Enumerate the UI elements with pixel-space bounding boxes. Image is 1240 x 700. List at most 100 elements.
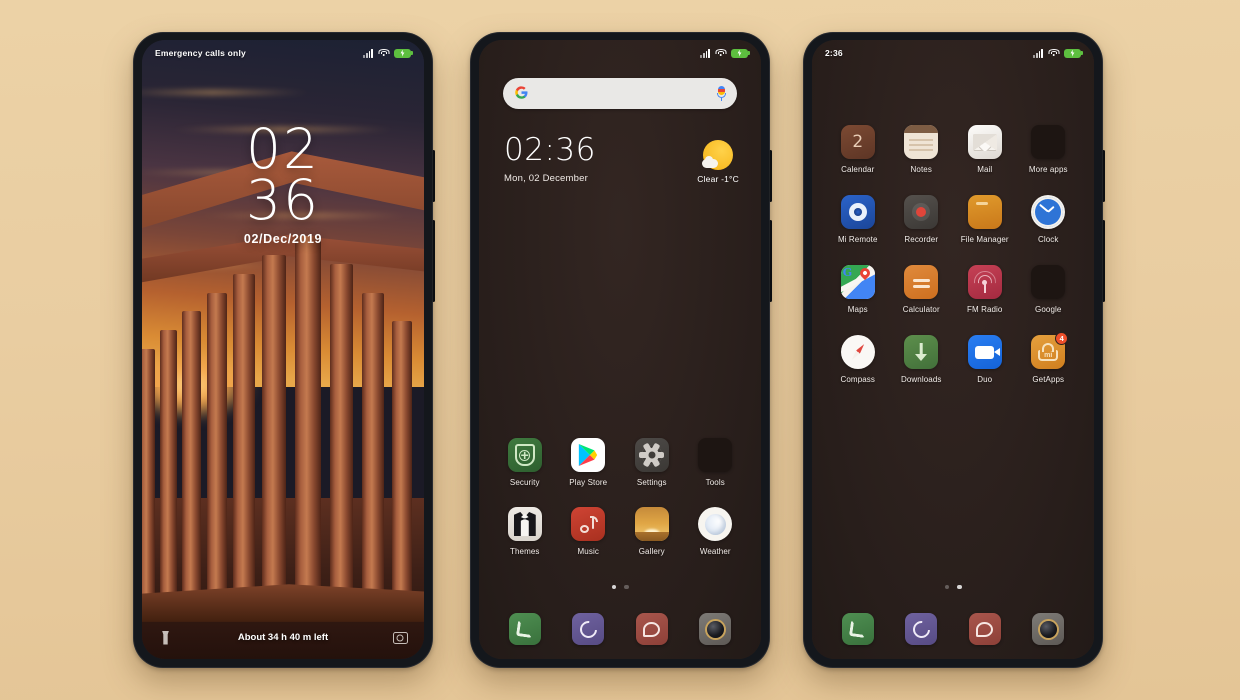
phone-icon [841, 613, 874, 645]
app-label: Clock [1037, 235, 1059, 244]
calendar-icon: 2 [840, 125, 875, 159]
themes-icon [507, 507, 542, 541]
dock-camera[interactable] [1017, 613, 1081, 645]
mail-icon [967, 125, 1002, 159]
page-dot-2[interactable] [957, 584, 962, 589]
app-label: Downloads [901, 375, 942, 384]
page-dot-1[interactable] [611, 584, 616, 589]
dock-messages[interactable] [953, 613, 1017, 645]
wifi-icon [378, 48, 389, 58]
clock-widget-time: 02:36 [504, 132, 596, 168]
mic-icon[interactable] [717, 86, 726, 101]
app-label: File Manager [960, 235, 1009, 244]
app-label: GetApps [1032, 375, 1065, 384]
phone-home-screen-2: 2:36 2 Calendar Notes Mail More apps Mi … [803, 32, 1105, 668]
signal-icon [700, 48, 710, 58]
app-label: Music [577, 547, 599, 556]
app-mi-remote[interactable]: Mi Remote [826, 195, 890, 244]
contacts-icon [572, 613, 605, 645]
status-icons [1033, 48, 1083, 58]
home-screen-1: 02:36 Mon, 02 December Clear -1°C Securi… [479, 40, 761, 659]
app-downloads[interactable]: Downloads [890, 335, 954, 384]
lockscreen-date: 02/Dec/2019 [243, 232, 323, 247]
status-bar [479, 40, 761, 66]
page-dot-2[interactable] [624, 584, 629, 589]
app-clock[interactable]: Clock [1017, 195, 1081, 244]
app-play-store[interactable]: Play Store [557, 438, 621, 487]
file-manager-icon [967, 195, 1002, 229]
signal-icon [1033, 48, 1043, 58]
app-music[interactable]: Music [557, 507, 621, 556]
maps-icon: G [840, 265, 875, 299]
app-label: Play Store [569, 478, 608, 487]
app-tools-folder[interactable]: Tools [684, 438, 748, 487]
app-calendar[interactable]: 2 Calendar [826, 125, 890, 174]
battery-remaining-label: About 34 h 40 m left [237, 632, 329, 643]
home-screen-2: 2:36 2 Calendar Notes Mail More apps Mi … [812, 40, 1094, 659]
lock-screen: Emergency calls only 02 36 02/Dec/2019 A… [142, 40, 424, 659]
dock-phone[interactable] [826, 613, 890, 645]
dock-contacts[interactable] [890, 613, 954, 645]
volume-button[interactable] [432, 220, 435, 302]
page-dot-1[interactable] [944, 584, 949, 589]
phone-lock-screen: Emergency calls only 02 36 02/Dec/2019 A… [133, 32, 435, 668]
duo-icon [967, 335, 1002, 369]
app-security[interactable]: Security [493, 438, 557, 487]
app-label: Mi Remote [837, 235, 878, 244]
app-google-folder[interactable]: Google [1017, 265, 1081, 314]
status-bar: 2:36 [812, 40, 1094, 66]
dock [493, 613, 747, 645]
google-logo-icon [514, 85, 529, 103]
app-more-apps-folder[interactable]: More apps [1017, 125, 1081, 174]
weather-widget[interactable]: Clear -1°C [697, 140, 739, 184]
battery-charging-icon [731, 48, 750, 58]
app-weather[interactable]: Weather [684, 507, 748, 556]
contacts-icon [905, 613, 938, 645]
messages-icon [968, 613, 1001, 645]
app-recorder[interactable]: Recorder [890, 195, 954, 244]
wifi-icon [715, 48, 726, 58]
app-gallery[interactable]: Gallery [620, 507, 684, 556]
app-label: More apps [1028, 165, 1068, 174]
app-fm-radio[interactable]: FM Radio [953, 265, 1017, 314]
app-duo[interactable]: Duo [953, 335, 1017, 384]
app-grid-page-2: 2 Calendar Notes Mail More apps Mi Remot… [826, 125, 1080, 384]
lockscreen-minutes: 36 [246, 167, 320, 232]
dock-phone[interactable] [493, 613, 557, 645]
phone-icon [508, 613, 541, 645]
app-maps[interactable]: G Maps [826, 265, 890, 314]
camera-icon[interactable] [391, 628, 410, 647]
status-icons [363, 48, 413, 58]
flashlight-icon[interactable] [156, 628, 175, 647]
app-mail[interactable]: Mail [953, 125, 1017, 174]
app-themes[interactable]: Themes [493, 507, 557, 556]
app-compass[interactable]: Compass [826, 335, 890, 384]
clock-widget-date: Mon, 02 December [504, 173, 588, 184]
gallery-icon [634, 507, 669, 541]
app-calculator[interactable]: Calculator [890, 265, 954, 314]
lockscreen-bottom-bar: About 34 h 40 m left [142, 628, 424, 647]
app-getapps[interactable]: mi 4 GetApps [1017, 332, 1081, 384]
battery-charging-icon [394, 48, 413, 58]
dock-messages[interactable] [620, 613, 684, 645]
power-button[interactable] [432, 150, 435, 202]
app-label: Mail [977, 165, 993, 174]
volume-button[interactable] [769, 220, 772, 302]
power-button[interactable] [769, 150, 772, 202]
clock-icon [1031, 195, 1066, 229]
app-file-manager[interactable]: File Manager [953, 195, 1017, 244]
app-label: Calendar [841, 165, 875, 174]
clock-widget[interactable]: 02:36 Mon, 02 December [504, 132, 596, 185]
google-search-bar[interactable] [503, 78, 737, 109]
volume-button[interactable] [1102, 220, 1105, 302]
folder-icon [1031, 125, 1066, 159]
app-notes[interactable]: Notes [890, 125, 954, 174]
power-button[interactable] [1102, 150, 1105, 202]
app-settings[interactable]: Settings [620, 438, 684, 487]
phone-home-screen-1: 02:36 Mon, 02 December Clear -1°C Securi… [470, 32, 772, 668]
play-store-icon [571, 438, 606, 472]
app-label: Gallery [638, 547, 665, 556]
dock-camera[interactable] [684, 613, 748, 645]
app-label: Tools [705, 478, 725, 487]
dock-contacts[interactable] [557, 613, 621, 645]
